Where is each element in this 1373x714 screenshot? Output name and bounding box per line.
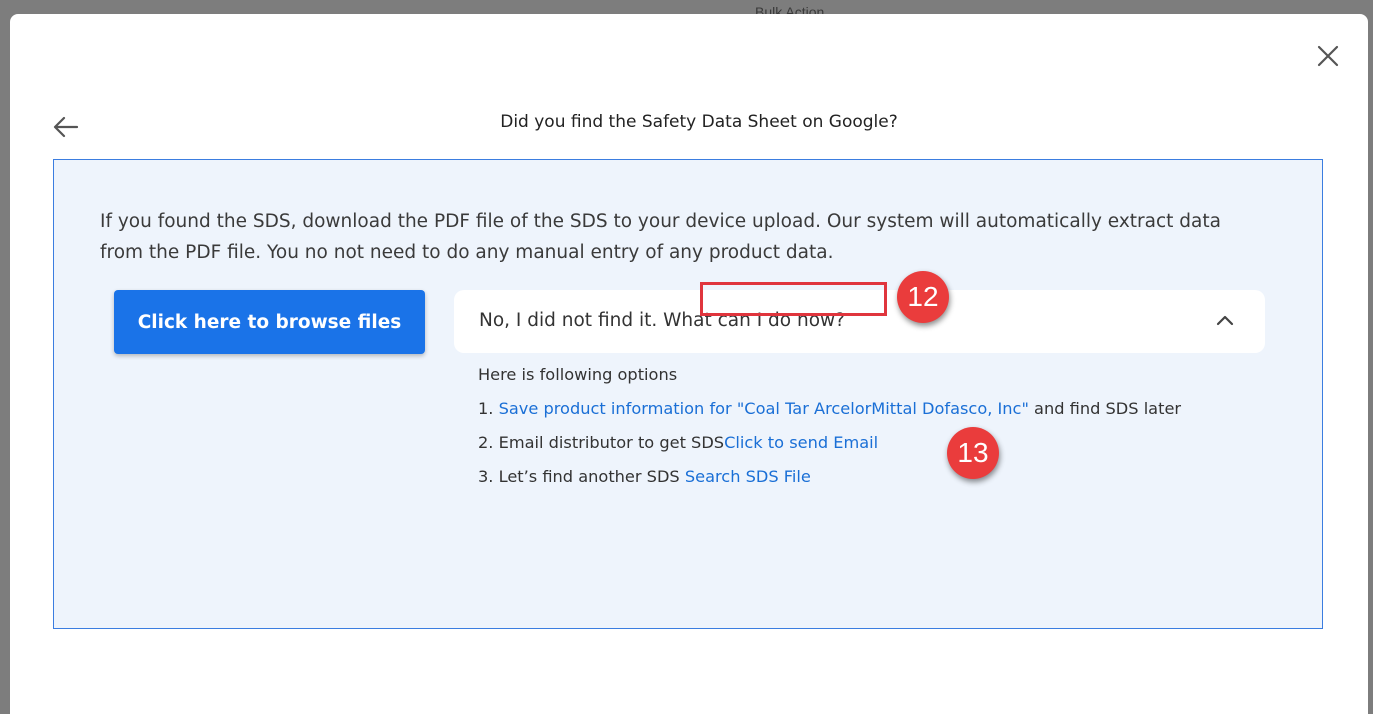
option-2-prefix: 2. Email distributor to get SDS <box>478 433 725 452</box>
option-1: 1. Save product information for "Coal Ta… <box>478 399 1181 418</box>
chevron-up-icon[interactable] <box>1216 313 1234 327</box>
modal-title: Did you find the Safety Data Sheet on Go… <box>500 112 898 132</box>
search-sds-file-link[interactable]: Search SDS File <box>685 467 811 486</box>
option-3-prefix: 3. Let’s find another SDS <box>478 467 685 486</box>
option-2: 2. Email distributor to get SDSClick to … <box>478 433 878 452</box>
intro-text: If you found the SDS, download the PDF f… <box>100 211 1221 263</box>
close-icon <box>1317 45 1339 67</box>
sds-info-panel: If you found the SDS, download the PDF f… <box>53 159 1323 629</box>
send-email-link[interactable]: Click to send Email <box>724 433 878 452</box>
option-3: 3. Let’s find another SDS Search SDS Fil… <box>478 467 811 486</box>
browse-files-button[interactable]: Click here to browse files <box>114 290 425 354</box>
options-intro: Here is following options <box>478 365 678 384</box>
annotation-highlight-box <box>700 282 887 316</box>
option-1-suffix: and find SDS later <box>1028 399 1182 418</box>
sds-modal: Did you find the Safety Data Sheet on Go… <box>10 14 1368 714</box>
close-button[interactable] <box>1316 44 1340 68</box>
save-product-info-link[interactable]: Save product information for "Coal Tar A… <box>499 399 1029 418</box>
option-1-prefix: 1. <box>478 399 499 418</box>
annotation-badge-13: 13 <box>947 427 999 479</box>
annotation-badge-12: 12 <box>897 271 949 323</box>
